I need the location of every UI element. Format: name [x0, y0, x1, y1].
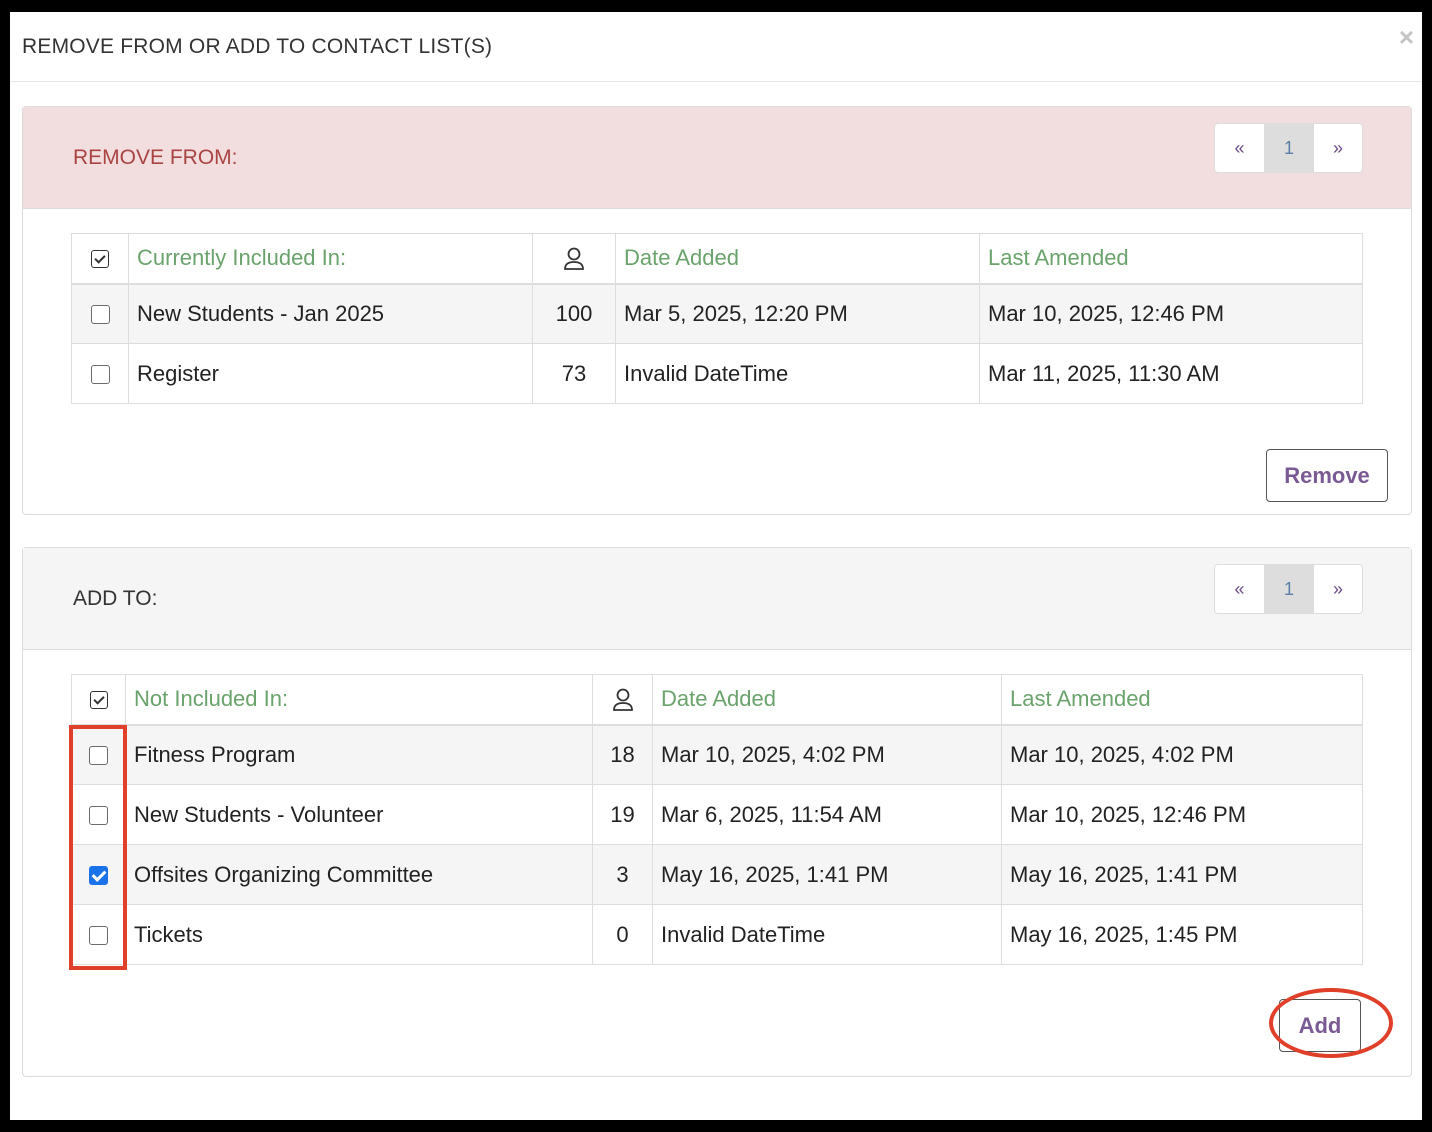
row-checkbox[interactable] [90, 365, 110, 385]
member-count: 0 [592, 904, 653, 965]
date-added: Mar 10, 2025, 4:02 PM [652, 724, 1002, 785]
member-count: 100 [532, 283, 616, 344]
column-header[interactable]: Currently Included In: [128, 233, 533, 285]
column-header[interactable]: Not Included In: [125, 674, 593, 726]
last-amended: Mar 10, 2025, 4:02 PM [1001, 724, 1363, 785]
column-header[interactable]: Last Amended [1001, 674, 1363, 726]
pagination-page-button[interactable]: 1 [1264, 565, 1313, 613]
list-name: New Students - Jan 2025 [128, 283, 533, 344]
user-icon [612, 688, 633, 712]
checkbox-checked-icon[interactable] [91, 250, 109, 269]
row-checkbox[interactable] [90, 305, 110, 325]
pagination-page-button[interactable]: 1 [1264, 124, 1313, 172]
date-added: Mar 6, 2025, 11:54 AM [652, 784, 1002, 845]
column-header[interactable]: Date Added [652, 674, 1002, 726]
row-select-cell[interactable] [71, 784, 126, 845]
member-count: 19 [592, 784, 653, 845]
add-to-panel: ADD TO: « 1 » Not Included In: Date Adde… [22, 547, 1412, 1077]
row-select-cell[interactable] [71, 343, 129, 404]
table-row: New Students - Volunteer 19 Mar 6, 2025, 1… [71, 784, 1363, 845]
last-amended: May 16, 2025, 1:41 PM [1001, 844, 1363, 905]
add-button[interactable]: Add [1279, 999, 1361, 1052]
remove-from-panel: REMOVE FROM: « 1 » Currently Included In… [22, 106, 1412, 515]
row-checkbox[interactable] [89, 926, 108, 946]
list-name: New Students - Volunteer [125, 784, 593, 845]
last-amended: Mar 11, 2025, 11:30 AM [979, 343, 1363, 404]
column-header[interactable]: Last Amended [979, 233, 1363, 285]
remove-from-heading: REMOVE FROM: « 1 » [23, 107, 1411, 209]
pagination-prev-button[interactable]: « [1215, 124, 1264, 172]
date-added: May 16, 2025, 1:41 PM [652, 844, 1002, 905]
pagination-next-button[interactable]: » [1313, 565, 1362, 613]
user-icon [564, 247, 584, 271]
remove-button[interactable]: Remove [1266, 449, 1388, 502]
member-count: 3 [592, 844, 653, 905]
pagination-next-button[interactable]: » [1313, 124, 1362, 172]
row-select-cell[interactable] [71, 283, 129, 344]
row-checkbox[interactable] [89, 806, 108, 826]
modal-header: REMOVE FROM OR ADD TO CONTACT LIST(S) × [10, 12, 1422, 82]
member-count: 73 [532, 343, 616, 404]
last-amended: May 16, 2025, 1:45 PM [1001, 904, 1363, 965]
select-all-cell[interactable] [71, 233, 129, 285]
table-row: Offsites Organizing Committee 3 May 16, 20… [71, 844, 1363, 905]
row-select-cell[interactable] [71, 904, 126, 965]
contact-list-modal: REMOVE FROM OR ADD TO CONTACT LIST(S) × … [10, 12, 1422, 1120]
list-name: Tickets [125, 904, 593, 965]
member-count-header [532, 233, 616, 285]
remove-pagination: « 1 » [1214, 123, 1363, 173]
member-count: 18 [592, 724, 653, 785]
table-row: Register 73 Invalid DateTime Mar 11, 2025, … [71, 343, 1363, 404]
checkbox-checked-icon[interactable] [89, 691, 108, 710]
remove-from-title: REMOVE FROM: [73, 145, 238, 169]
row-checkbox[interactable] [89, 866, 108, 886]
date-added: Mar 5, 2025, 12:20 PM [615, 283, 980, 344]
row-select-cell[interactable] [71, 844, 126, 905]
list-name: Fitness Program [125, 724, 593, 785]
table-row: Tickets 0 Invalid DateTime May 16, 2025, 1:… [71, 904, 1363, 965]
row-select-cell[interactable] [71, 724, 126, 785]
modal-title: REMOVE FROM OR ADD TO CONTACT LIST(S) [22, 34, 493, 58]
table-header-row: Currently Included In: Date Added Last A… [71, 233, 1363, 285]
last-amended: Mar 10, 2025, 12:46 PM [1001, 784, 1363, 845]
date-added: Invalid DateTime [652, 904, 1002, 965]
date-added: Invalid DateTime [615, 343, 980, 404]
table-header-row: Not Included In: Date Added Last Amended [71, 674, 1363, 726]
member-count-header [592, 674, 653, 726]
last-amended: Mar 10, 2025, 12:46 PM [979, 283, 1363, 344]
pagination-prev-button[interactable]: « [1215, 565, 1264, 613]
table-row: Fitness Program 18 Mar 10, 2025, 4:02 PM Ma… [71, 724, 1363, 785]
not-included-table: Not Included In: Date Added Last Amended… [71, 674, 1363, 965]
close-icon[interactable]: × [1399, 24, 1414, 50]
list-name: Offsites Organizing Committee [125, 844, 593, 905]
row-checkbox[interactable] [89, 746, 108, 766]
currently-included-table: Currently Included In: Date Added Last A… [71, 233, 1363, 404]
select-all-cell[interactable] [71, 674, 126, 726]
add-pagination: « 1 » [1214, 564, 1363, 614]
list-name: Register [128, 343, 533, 404]
add-to-title: ADD TO: [73, 586, 158, 610]
column-header[interactable]: Date Added [615, 233, 980, 285]
table-row: New Students - Jan 2025 100 Mar 5, 2025, 1… [71, 283, 1363, 344]
add-to-heading: ADD TO: « 1 » [23, 548, 1411, 650]
